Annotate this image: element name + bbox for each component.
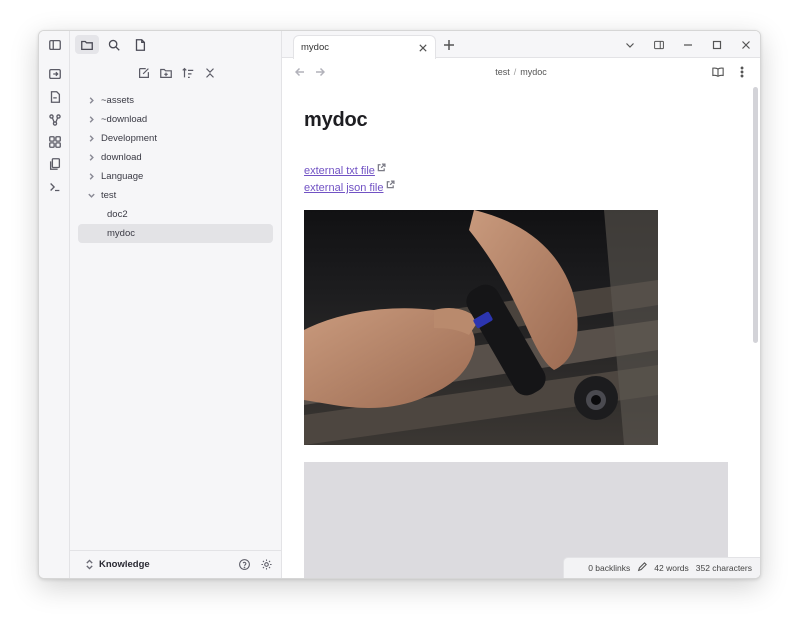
vault-switcher[interactable]: Knowledge bbox=[70, 550, 281, 578]
templates-icon[interactable] bbox=[45, 154, 64, 173]
link-list: external txt file external json file bbox=[304, 161, 734, 195]
tab-bar: mydoc bbox=[282, 31, 760, 59]
sort-icon[interactable] bbox=[178, 63, 198, 83]
explorer-actions bbox=[70, 63, 281, 83]
scrollbar-thumb[interactable] bbox=[753, 87, 758, 343]
terminal-icon[interactable] bbox=[45, 177, 64, 196]
external-link[interactable]: external json file bbox=[304, 178, 734, 195]
bookmarks-tab-icon[interactable] bbox=[128, 35, 152, 54]
embedded-image[interactable] bbox=[304, 210, 658, 445]
chevron-right-icon bbox=[84, 151, 98, 165]
tree-folder[interactable]: Language bbox=[78, 167, 273, 186]
file-tree: ~assets ~download Development download L… bbox=[78, 91, 273, 243]
tree-folder[interactable]: download bbox=[78, 148, 273, 167]
breadcrumb-file[interactable]: mydoc bbox=[520, 67, 547, 77]
breadcrumb-folder[interactable]: test bbox=[495, 67, 510, 77]
collapse-all-icon[interactable] bbox=[200, 63, 220, 83]
app-window: ~assets ~download Development download L… bbox=[38, 30, 761, 579]
new-note-icon[interactable] bbox=[134, 63, 154, 83]
tree-folder-expanded[interactable]: test bbox=[78, 186, 273, 205]
vault-name: Knowledge bbox=[99, 559, 150, 570]
chevron-right-icon bbox=[84, 132, 98, 146]
ribbon bbox=[39, 31, 70, 578]
breadcrumb: test / mydoc bbox=[282, 67, 760, 77]
chevron-right-icon bbox=[84, 113, 98, 127]
tree-file-selected[interactable]: mydoc bbox=[78, 224, 273, 243]
files-tab-icon[interactable] bbox=[75, 35, 99, 54]
tab-mydoc[interactable]: mydoc bbox=[293, 35, 436, 59]
document-body: mydoc external txt file external json fi… bbox=[304, 109, 734, 195]
tree-folder[interactable]: Development bbox=[78, 129, 273, 148]
maximize-icon[interactable] bbox=[702, 31, 731, 58]
external-link-icon bbox=[377, 161, 387, 172]
daily-note-icon[interactable] bbox=[45, 87, 64, 106]
backlinks-count[interactable]: 0 backlinks bbox=[588, 563, 630, 573]
reading-view-book-icon[interactable] bbox=[711, 65, 725, 79]
view-header: test / mydoc bbox=[282, 59, 760, 85]
external-link[interactable]: external txt file bbox=[304, 161, 734, 178]
chevron-up-down-icon bbox=[82, 559, 96, 570]
file-explorer-sidebar: ~assets ~download Development download L… bbox=[70, 31, 282, 578]
close-window-icon[interactable] bbox=[731, 31, 760, 58]
editor-pane: mydoc test / mydoc mydoc external txt fi… bbox=[282, 31, 760, 578]
status-bar: 0 backlinks 42 words 352 characters bbox=[563, 557, 760, 578]
new-folder-icon[interactable] bbox=[156, 63, 176, 83]
note-title: mydoc bbox=[304, 109, 368, 131]
gimbal-camera-photo bbox=[304, 210, 658, 445]
graph-view-icon[interactable] bbox=[45, 110, 64, 129]
toggle-sidebar-icon[interactable] bbox=[45, 35, 64, 54]
tree-folder[interactable]: ~assets bbox=[78, 91, 273, 110]
sidebar-tabs bbox=[70, 31, 281, 58]
edit-pencil-icon[interactable] bbox=[637, 562, 648, 574]
vault-actions bbox=[237, 557, 273, 571]
open-quick-switcher-icon[interactable] bbox=[45, 64, 64, 83]
new-tab-icon[interactable] bbox=[442, 38, 456, 52]
tree-folder[interactable]: ~download bbox=[78, 110, 273, 129]
tree-file[interactable]: doc2 bbox=[78, 205, 273, 224]
chevron-down-icon bbox=[84, 189, 98, 203]
canvas-icon[interactable] bbox=[45, 132, 64, 151]
word-count: 42 words bbox=[654, 563, 689, 573]
chevron-right-icon bbox=[84, 94, 98, 108]
character-count: 352 characters bbox=[695, 563, 752, 573]
settings-gear-icon[interactable] bbox=[259, 557, 273, 571]
more-options-icon[interactable] bbox=[735, 65, 749, 79]
external-link-icon bbox=[386, 178, 396, 189]
breadcrumb-separator: / bbox=[513, 67, 517, 77]
tab-list-chevron-down-icon[interactable] bbox=[615, 31, 644, 58]
close-tab-icon[interactable] bbox=[416, 41, 430, 55]
chevron-right-icon bbox=[84, 170, 98, 184]
minimize-icon[interactable] bbox=[673, 31, 702, 58]
window-controls bbox=[615, 31, 760, 58]
search-tab-icon[interactable] bbox=[102, 35, 126, 54]
help-icon[interactable] bbox=[237, 557, 251, 571]
toggle-right-sidebar-icon[interactable] bbox=[644, 31, 673, 58]
